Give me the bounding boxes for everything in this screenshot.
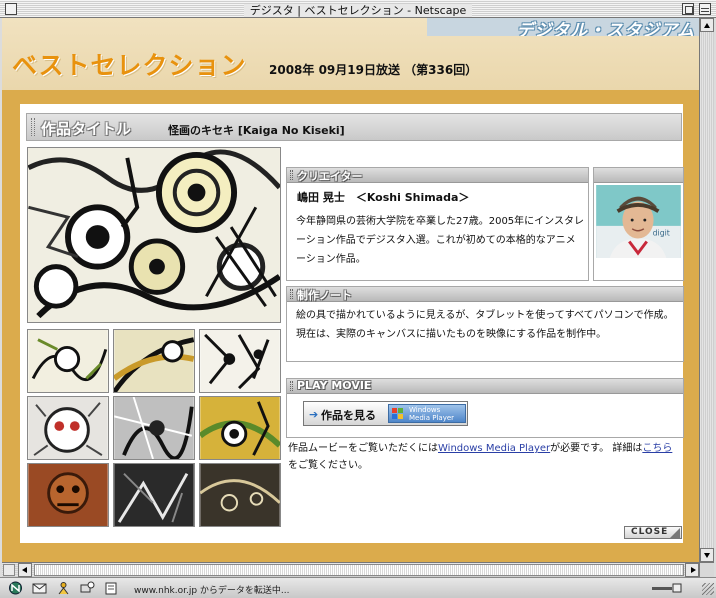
brand-logo: デジタル・スタジアム — [427, 18, 699, 36]
thumbnail-2[interactable] — [113, 329, 195, 393]
thumbnail-7[interactable] — [27, 463, 109, 527]
thumbnail-1[interactable] — [27, 329, 109, 393]
status-bar: www.nhk.or.jp からデータを転送中... — [0, 577, 716, 598]
window-resize-grip[interactable] — [702, 583, 714, 595]
selection-panel: 作品タイトル 怪画のキセキ [Kaiga No Kiseki] クリエイター 嶋… — [20, 104, 684, 543]
creator-heading: クリエイター — [297, 170, 363, 183]
notes-box: 制作ノート 絵の具で描かれているように見えるが、タブレットを使ってすべてパソコン… — [286, 286, 684, 362]
notes-heading: 制作ノート — [297, 289, 352, 302]
thumbnail-8-drawing — [114, 464, 194, 526]
thumbnail-4-drawing — [28, 397, 108, 459]
thumbnail-5-drawing — [114, 397, 194, 459]
status-text: www.nhk.or.jp からデータを転送中... — [134, 586, 290, 596]
scroll-left-arrow-icon[interactable] — [18, 563, 32, 577]
horizontal-scroll-thumb[interactable] — [34, 564, 684, 576]
bar-pin-icon — [31, 118, 35, 136]
heading-pin-icon — [290, 170, 293, 180]
thumbnail-4[interactable] — [27, 396, 109, 460]
notes-text: 絵の具で描かれているように見えるが、タブレットを使ってすべてパソコンで作成。現在… — [296, 310, 674, 340]
corner-triangle-icon — [670, 528, 680, 538]
creator-heading-bar: クリエイター — [287, 168, 588, 183]
work-title-value: 怪画のキセキ [Kaiga No Kiseki] — [168, 124, 345, 137]
thumbnail-7-drawing — [28, 464, 108, 526]
play-movie-heading: PLAY MOVIE — [297, 379, 372, 392]
section-title: ベストセレクション — [12, 51, 247, 80]
windows-flag-icon — [392, 408, 404, 420]
work-title-bar: 作品タイトル 怪画のキセキ [Kaiga No Kiseki] — [26, 113, 682, 141]
scroll-right-arrow-icon[interactable] — [685, 563, 699, 577]
thumbnail-8[interactable] — [113, 463, 195, 527]
composer-icon[interactable] — [104, 581, 119, 595]
creator-name: 嶋田 晃士 ＜Koshi Shimada＞ — [297, 191, 470, 204]
watch-movie-label: 作品を見る — [321, 409, 376, 422]
details-link[interactable]: こちら — [642, 443, 672, 454]
creator-photo-frame: digit — [593, 167, 684, 281]
creator-bio: 今年静岡県の芸術大学院を卒業した27歳。2005年にインスタレーション作品でデジ… — [296, 216, 584, 265]
arrow-right-icon: ➔ — [309, 408, 319, 421]
window-title-text: デジスタ | ベストセレクション - Netscape — [243, 4, 473, 17]
player-line-1: Windows — [409, 406, 441, 414]
thumbnail-2-drawing — [114, 330, 194, 392]
play-movie-heading-bar: PLAY MOVIE — [287, 379, 683, 394]
creator-photo: digit — [596, 185, 681, 258]
close-button[interactable]: CLOSE — [624, 526, 682, 539]
close-label: CLOSE — [631, 527, 669, 537]
photo-heading-bar — [594, 168, 683, 183]
thumbnail-3[interactable] — [199, 329, 281, 393]
page-header: デジタル・スタジアム ベストセレクション 2008年 09月19日放送 （第33… — [2, 18, 699, 90]
heading-pin-icon — [290, 289, 293, 299]
player-line-2: Media Player — [409, 414, 455, 422]
movie-requirement-note: 作品ムービーをご覧いただくにはWindows Media Playerが必要です… — [288, 440, 678, 474]
collapse-window-box[interactable] — [699, 3, 711, 15]
horizontal-scrollbar[interactable] — [2, 562, 699, 577]
window-title: デジスタ | ベストセレクション - Netscape — [0, 2, 716, 18]
brand-logo-text: デジタル・スタジアム — [516, 21, 695, 36]
scroll-down-arrow-icon[interactable] — [700, 548, 714, 562]
creator-photo-drawing: digit — [596, 185, 681, 258]
watch-movie-button[interactable]: ➔ 作品を見る Windows Media Player — [303, 401, 468, 426]
window-title-bar[interactable]: デジスタ | ベストセレクション - Netscape — [0, 0, 716, 18]
play-movie-box: PLAY MOVIE ➔ 作品を見る Windows Media Player — [286, 378, 684, 438]
address-book-icon[interactable] — [80, 581, 95, 595]
photo-caption: digit — [653, 229, 670, 238]
creator-box: クリエイター 嶋田 晃士 ＜Koshi Shimada＞ 今年静岡県の芸術大学院… — [286, 167, 589, 281]
netscape-icon[interactable] — [8, 581, 23, 595]
scrollbar-corner — [699, 562, 714, 577]
thumbnail-9-drawing — [200, 464, 280, 526]
instant-messenger-icon[interactable] — [56, 581, 71, 595]
thumbnail-3-drawing — [200, 330, 280, 392]
scroll-up-arrow-icon[interactable] — [700, 18, 714, 32]
thumbnail-6-drawing — [200, 397, 280, 459]
thumbnail-6[interactable] — [199, 396, 281, 460]
note-middle: が必要です。 詳細は — [550, 443, 643, 454]
work-title-label: 作品タイトル — [41, 120, 132, 138]
main-artwork-image — [27, 147, 281, 323]
mail-icon[interactable] — [32, 581, 47, 595]
thumbnail-5[interactable] — [113, 396, 195, 460]
windows-media-player-badge: Windows Media Player — [388, 404, 466, 423]
vertical-scrollbar[interactable] — [699, 18, 714, 562]
notes-heading-bar: 制作ノート — [287, 287, 683, 302]
note-suffix: をご覧ください。 — [288, 460, 368, 471]
zoom-window-box[interactable] — [682, 3, 694, 15]
windows-media-player-text: Windows Media Player — [409, 406, 454, 422]
windows-media-player-link[interactable]: Windows Media Player — [438, 443, 550, 454]
thumbnail-1-drawing — [28, 330, 108, 392]
note-prefix: 作品ムービーをご覧いただくには — [288, 443, 438, 454]
scroll-lock-icon[interactable] — [3, 564, 15, 576]
heading-pin-icon — [290, 381, 293, 391]
broadcast-date: 2008年 09月19日放送 （第336回） — [269, 63, 478, 77]
page-content: デジタル・スタジアム ベストセレクション 2008年 09月19日放送 （第33… — [2, 18, 699, 562]
thumbnail-9[interactable] — [199, 463, 281, 527]
main-artwork-drawing — [28, 148, 280, 322]
security-lock-icon[interactable] — [652, 583, 686, 593]
